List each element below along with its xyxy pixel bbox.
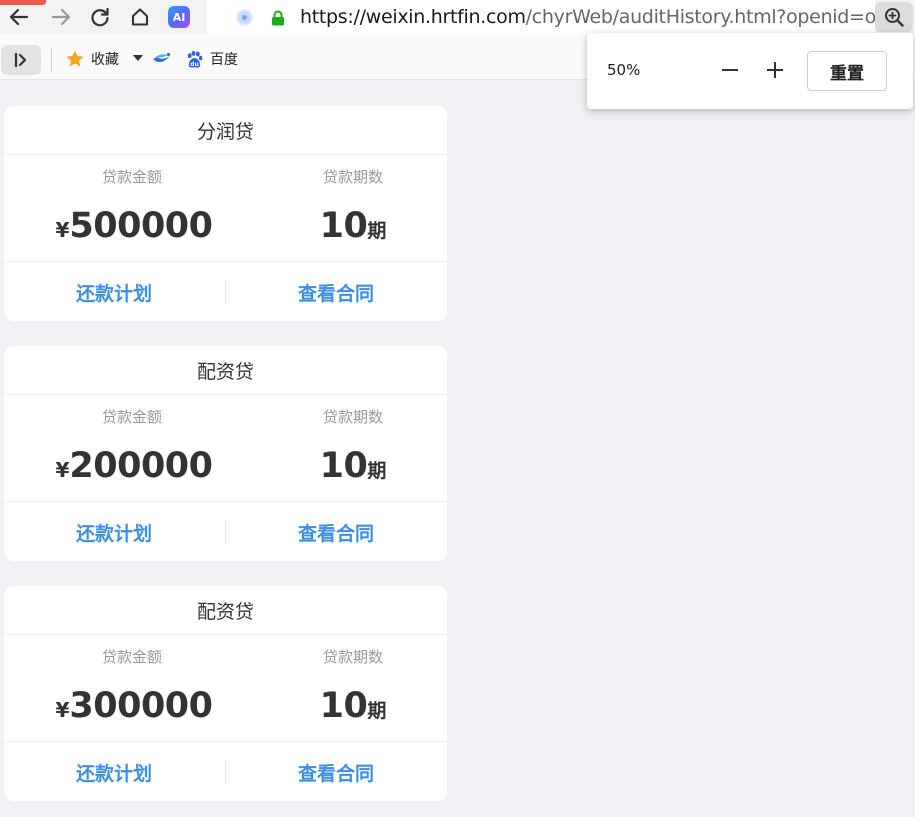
term-value: 10 [319,206,368,246]
term-value: 10 [319,686,368,726]
arrow-left-icon [9,8,29,26]
action-divider [225,760,226,784]
term-label: 贷款期数 [322,408,383,426]
zoom-level: 50% [607,61,641,79]
url-host: https://weixin.hrtfin.com [300,6,526,28]
zoom-popup: 50% 重置 [587,33,913,109]
amount-value: 300000 [69,686,213,726]
address-bar[interactable]: https://weixin.hrtfin.com/chyrWeb/auditH… [207,0,911,34]
currency-symbol: ¥ [55,458,70,482]
forward-button[interactable] [48,4,74,30]
zoom-in-button[interactable] [764,57,786,83]
term-label: 贷款期数 [322,648,383,666]
sidebar-toggle-icon [14,52,27,68]
ai-badge-label: AI [172,10,186,24]
loan-title: 配资贷 [4,346,447,395]
repayment-plan-button[interactable]: 还款计划 [24,262,204,321]
loan-amount: ¥300000 [34,686,234,726]
reload-button[interactable] [87,4,113,30]
zoom-reset-button[interactable]: 重置 [807,51,887,91]
term-unit: 期 [367,220,387,242]
loan-amount: ¥500000 [34,206,234,246]
back-button[interactable] [6,4,32,30]
home-button[interactable] [127,4,153,30]
currency-symbol: ¥ [55,218,70,242]
home-icon [131,8,149,26]
card-actions: 还款计划 查看合同 [4,741,447,801]
term-unit: 期 [367,700,387,722]
reload-icon [91,7,109,27]
action-divider [225,520,226,544]
plus-icon [767,62,783,78]
action-divider [225,280,226,304]
star-icon [66,50,84,67]
amount-value: 200000 [69,446,213,486]
arrow-right-icon [51,8,71,26]
chevron-down-icon[interactable] [133,55,143,61]
bookmark-favorites[interactable]: 收藏 [65,48,119,70]
loan-card: 配资贷 贷款金额 贷款期数 ¥200000 10期 还款计划 查看合同 [4,346,447,561]
loan-card: 分润贷 贷款金额 贷款期数 ¥500000 10期 还款计划 查看合同 [4,106,447,321]
lock-icon [272,10,284,26]
baidu-paw-icon: du [187,50,203,67]
amount-label: 贷款金额 [101,408,162,426]
bookmark-bird[interactable] [152,48,178,70]
bookmark-separator [51,49,52,71]
zoom-button[interactable] [875,2,913,32]
loan-term: 10期 [273,206,433,246]
loan-term: 10期 [273,686,433,726]
card-actions: 还款计划 查看合同 [4,501,447,561]
amount-value: 500000 [69,206,213,246]
minus-icon [722,69,738,71]
bird-icon [153,52,171,63]
zoom-out-button[interactable] [719,57,741,83]
loan-card: 配资贷 贷款金额 贷款期数 ¥300000 10期 还款计划 查看合同 [4,586,447,801]
bookmark-label: 收藏 [91,52,119,68]
browser-toolbar: AI https://weixin.hrtfin.com/chyrWeb/aud… [0,0,915,34]
url-text: https://weixin.hrtfin.com/chyrWeb/auditH… [300,6,911,28]
bookmark-label: 百度 [210,52,238,68]
view-contract-button[interactable]: 查看合同 [246,502,426,561]
view-contract-button[interactable]: 查看合同 [246,262,426,321]
loan-amount: ¥200000 [34,446,234,486]
view-contract-button[interactable]: 查看合同 [246,742,426,801]
term-unit: 期 [367,460,387,482]
currency-symbol: ¥ [55,698,70,722]
ai-assistant-button[interactable]: AI [168,6,190,28]
amount-label: 贷款金额 [101,168,162,186]
loan-title: 配资贷 [4,586,447,635]
bookmark-baidu[interactable]: du 百度 [185,48,238,70]
site-info-icon[interactable] [236,9,253,26]
sidebar-toggle-button[interactable] [1,45,41,75]
zoom-in-icon [885,8,904,27]
repayment-plan-button[interactable]: 还款计划 [24,502,204,561]
amount-label: 贷款金额 [101,648,162,666]
repayment-plan-button[interactable]: 还款计划 [24,742,204,801]
term-label: 贷款期数 [322,168,383,186]
url-path: /chyrWeb/auditHistory.html?openid=oqY7 [525,6,912,28]
loan-title: 分润贷 [4,106,447,155]
card-actions: 还款计划 查看合同 [4,261,447,321]
term-value: 10 [319,446,368,486]
svg-text:du: du [190,60,199,67]
loan-term: 10期 [273,446,433,486]
